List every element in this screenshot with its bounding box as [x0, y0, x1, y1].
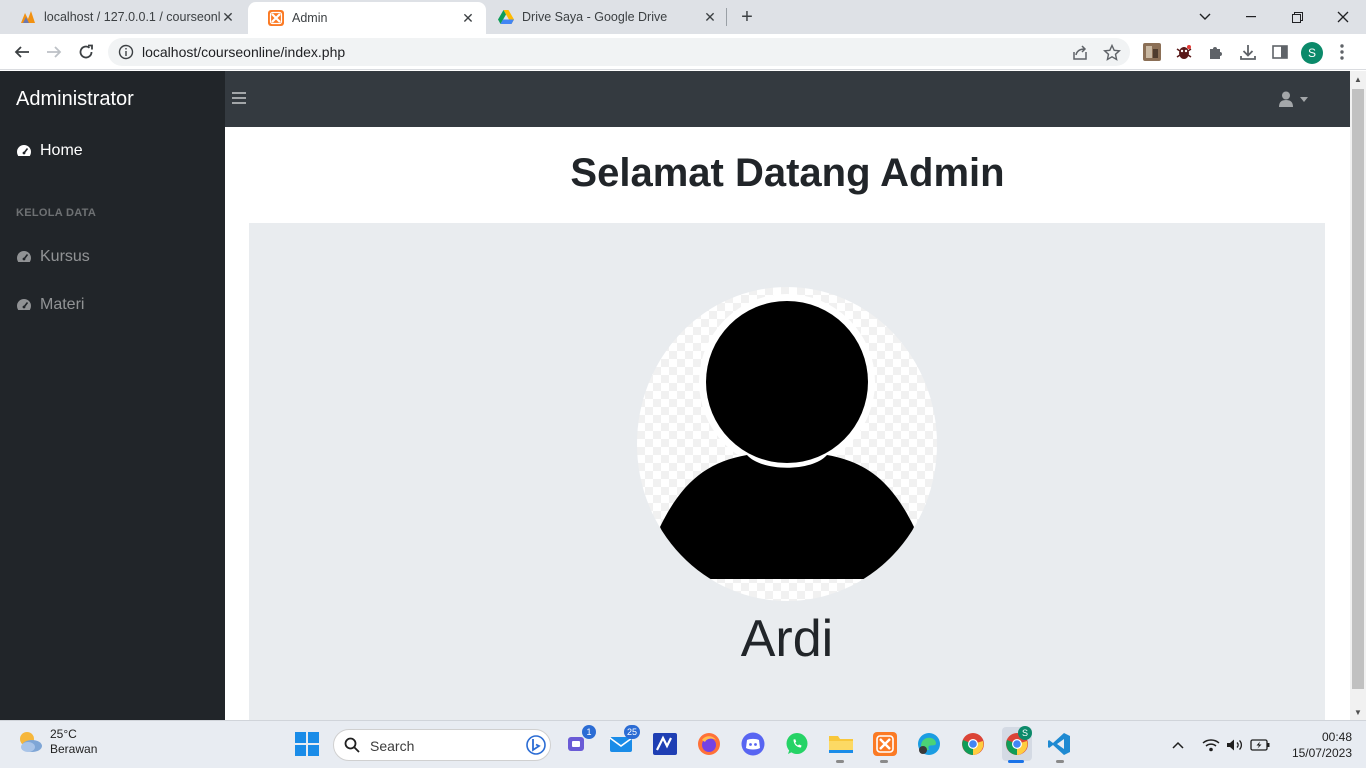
scrollbar-thumb[interactable] — [1352, 89, 1364, 689]
extensions-puzzle-icon[interactable] — [1206, 42, 1226, 62]
clock-time: 00:48 — [1321, 730, 1352, 744]
url-text: localhost/courseonline/index.php — [142, 44, 346, 60]
web-page: Administrator Home KELOLA DATA Kursus Ma… — [0, 71, 1350, 720]
bing-icon — [526, 735, 546, 755]
file-explorer-icon[interactable] — [828, 731, 854, 757]
search-icon — [344, 737, 360, 753]
phpmyadmin-icon — [20, 9, 36, 25]
windows-start-icon[interactable] — [294, 731, 320, 757]
extension-bug-icon[interactable] — [1174, 42, 1194, 62]
sidebar-section-heading: KELOLA DATA — [16, 207, 97, 219]
tab-google-drive[interactable]: Drive Saya - Google Drive ✕ — [478, 0, 728, 34]
vscode-icon[interactable] — [1046, 731, 1072, 757]
tachometer-icon — [16, 145, 32, 156]
scroll-down-arrow-icon[interactable]: ▼ — [1350, 704, 1366, 720]
sidebar: Home KELOLA DATA Kursus Materi — [0, 127, 225, 720]
sidebar-item-label: Materi — [40, 296, 85, 313]
search-placeholder: Search — [370, 738, 415, 754]
close-tab-icon[interactable]: ✕ — [702, 9, 718, 25]
volume-icon[interactable] — [1226, 735, 1244, 755]
sidebar-item-label: Kursus — [40, 248, 90, 265]
page-title: Selamat Datang Admin — [570, 151, 1005, 195]
system-clock[interactable]: 00:48 15/07/2023 — [1280, 729, 1352, 761]
tab-title: localhost / 127.0.0.1 / courseonline — [44, 10, 220, 24]
sidebar-item-label: Home — [40, 142, 83, 159]
teams-chat-icon[interactable]: 1 — [564, 725, 596, 757]
notification-badge: 1 — [582, 725, 596, 739]
discord-icon[interactable] — [740, 731, 766, 757]
sidebar-item-home[interactable]: Home — [0, 131, 225, 171]
user-name: Ardi — [740, 610, 834, 668]
running-indicator — [880, 760, 888, 763]
top-navbar: Administrator — [0, 71, 1350, 127]
reload-button[interactable] — [74, 40, 98, 64]
profile-avatar[interactable]: S — [1301, 42, 1323, 64]
xampp-taskbar-icon[interactable] — [872, 731, 898, 757]
windows-taskbar: 25°C Berawan Search 1 25 S 00:48 15/07/2… — [0, 720, 1366, 768]
browser-menu-icon[interactable] — [1332, 42, 1352, 62]
tab-phpmyadmin[interactable]: localhost / 127.0.0.1 / courseonline ✕ — [0, 0, 246, 34]
forward-button[interactable] — [42, 40, 66, 64]
minimize-button[interactable] — [1228, 0, 1274, 34]
edge-icon[interactable] — [916, 731, 942, 757]
weather-widget[interactable]: 25°C Berawan — [16, 727, 97, 757]
user-menu-dropdown[interactable] — [1278, 89, 1312, 109]
partly-cloudy-icon — [20, 732, 42, 752]
user-icon — [1279, 91, 1293, 107]
browser-tab-strip: localhost / 127.0.0.1 / courseonline ✕ A… — [0, 0, 1366, 34]
tab-title: Drive Saya - Google Drive — [522, 10, 668, 24]
site-info-icon[interactable] — [118, 44, 134, 60]
new-tab-button[interactable]: + — [736, 6, 758, 28]
profile-jumbotron: Ardi — [249, 223, 1325, 720]
tab-title: Admin — [292, 11, 328, 25]
downloads-icon[interactable] — [1238, 42, 1258, 62]
main-content: Selamat Datang Admin Ardi — [225, 127, 1350, 720]
notification-badge: 25 — [623, 725, 640, 739]
caret-down-icon — [1300, 96, 1308, 102]
tab-separator — [726, 8, 727, 26]
battery-icon[interactable] — [1250, 735, 1270, 755]
xampp-icon — [268, 10, 284, 26]
page-scrollbar[interactable]: ▲ ▼ — [1350, 71, 1366, 720]
share-icon[interactable] — [1071, 44, 1089, 62]
google-drive-icon — [498, 9, 514, 25]
profile-badge: S — [1018, 726, 1032, 740]
firefox-icon[interactable] — [696, 731, 722, 757]
wifi-icon[interactable] — [1202, 735, 1220, 755]
close-window-button[interactable] — [1320, 0, 1366, 34]
bookmark-star-icon[interactable] — [1102, 43, 1122, 62]
address-bar[interactable]: localhost/courseonline/index.php — [108, 38, 1130, 66]
chrome-profile-taskbar-icon[interactable]: S — [1002, 726, 1032, 761]
weather-description: Berawan — [50, 742, 98, 756]
tachometer-icon — [16, 299, 32, 310]
visual-studio-app-icon[interactable] — [652, 731, 678, 757]
mail-icon[interactable]: 25 — [608, 725, 640, 757]
browser-toolbar: localhost/courseonline/index.php S — [0, 34, 1366, 70]
whatsapp-icon[interactable] — [784, 731, 810, 757]
user-avatar-image — [637, 287, 937, 601]
tab-admin[interactable]: Admin ✕ — [248, 2, 486, 34]
brand-title[interactable]: Administrator — [0, 71, 225, 127]
extension-image-icon[interactable] — [1142, 42, 1162, 62]
tray-overflow-chevron-icon[interactable] — [1172, 735, 1184, 755]
sidebar-item-materi[interactable]: Materi — [0, 285, 225, 325]
scroll-up-arrow-icon[interactable]: ▲ — [1350, 71, 1366, 87]
active-indicator — [1008, 760, 1024, 763]
side-panel-icon[interactable] — [1270, 42, 1290, 62]
close-tab-icon[interactable]: ✕ — [220, 9, 236, 25]
weather-temperature: 25°C — [50, 727, 77, 741]
sidebar-item-kursus[interactable]: Kursus — [0, 237, 225, 277]
taskbar-search-input[interactable]: Search — [333, 729, 551, 761]
chrome-icon[interactable] — [960, 731, 986, 757]
back-button[interactable] — [10, 40, 34, 64]
restore-button[interactable] — [1274, 0, 1320, 34]
sidebar-toggle-icon[interactable] — [232, 91, 248, 107]
running-indicator — [836, 760, 844, 763]
tab-search-chevron-icon[interactable] — [1182, 0, 1228, 34]
close-tab-icon[interactable]: ✕ — [460, 10, 476, 26]
tachometer-icon — [16, 251, 32, 262]
running-indicator — [1056, 760, 1064, 763]
clock-date: 15/07/2023 — [1291, 746, 1352, 760]
